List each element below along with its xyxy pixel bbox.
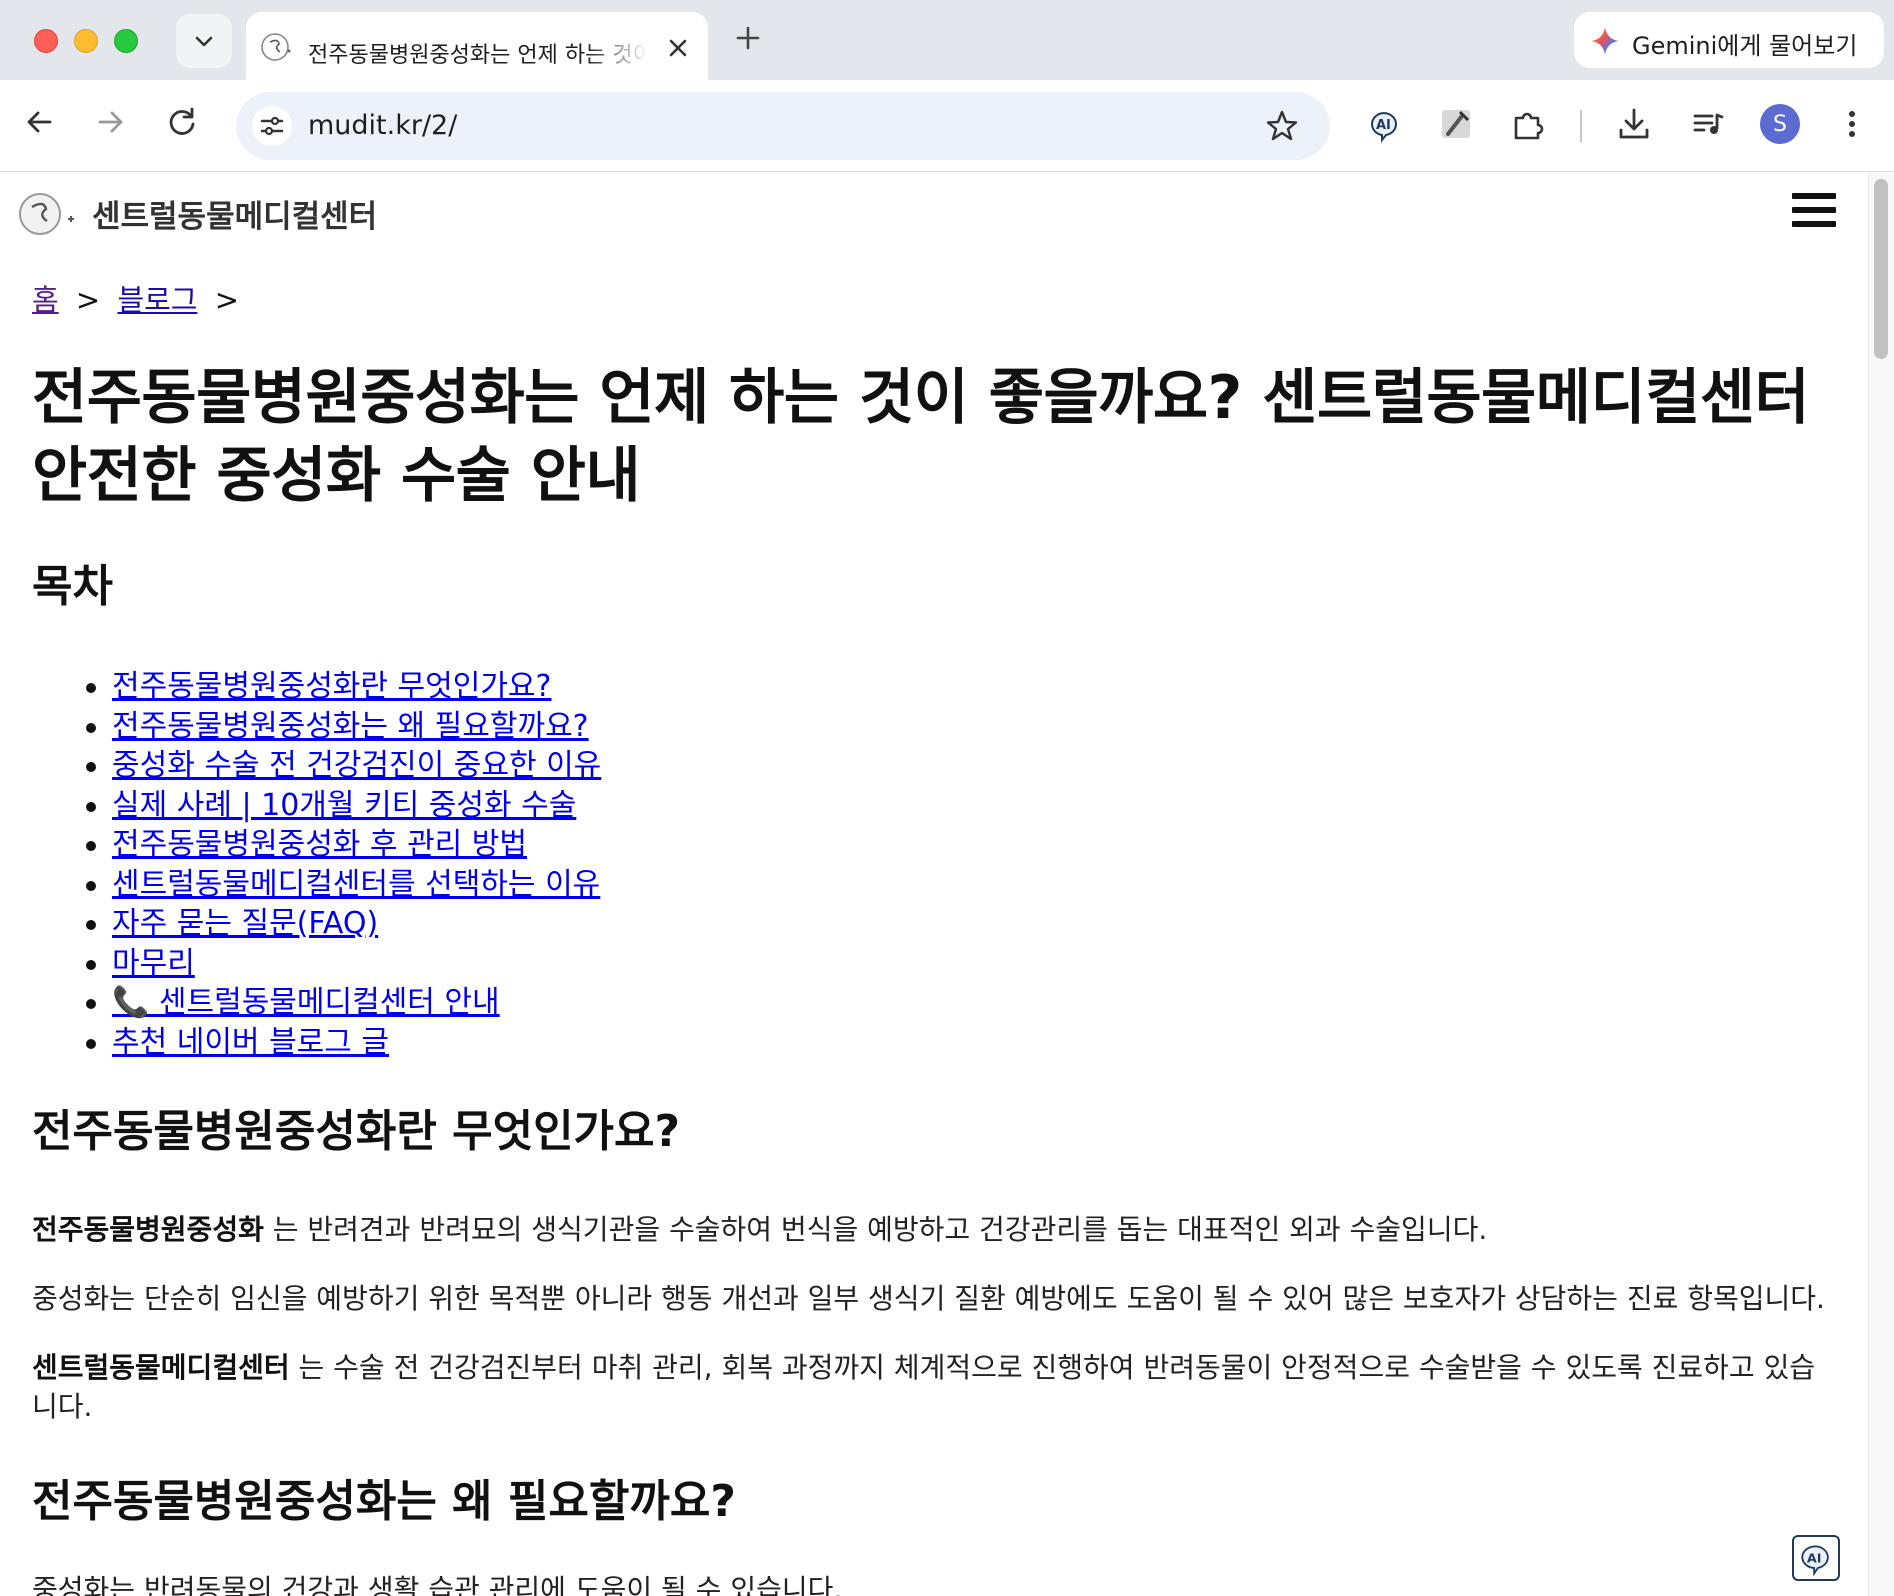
toc-link[interactable]: 센트럴동물메디컬센터를 선택하는 이유	[112, 867, 600, 902]
star-icon[interactable]	[1264, 108, 1300, 144]
address-bar[interactable]: mudit.kr/2/	[236, 92, 1330, 160]
toc-link[interactable]: 전주동물병원중성화란 무엇인가요?	[112, 669, 551, 704]
toc-link[interactable]: 추천 네이버 블로그 글	[112, 1025, 389, 1060]
toc-heading: 목차	[32, 561, 113, 612]
bold-keyword: 전주동물병원중성화	[32, 1213, 264, 1246]
gemini-button[interactable]: Gemini에게 물어보기	[1574, 12, 1884, 68]
scrollbar-thumb[interactable]	[1874, 179, 1888, 359]
tab-strip: 전주동물병원중성화는 언제 하는 것이 좋을까요? 센트럴동물메디컬센터 안전한…	[0, 0, 1894, 80]
article: 홈 > 블로그 > 전주동물병원중성화는 언제 하는 것이 좋을까요? 센트럴동…	[32, 277, 1832, 1596]
section-heading: 전주동물병원중성화는 왜 필요할까요?	[32, 1476, 736, 1527]
bold-keyword: 센트럴동물메디컬센터	[32, 1351, 290, 1384]
puzzle-icon[interactable]	[1508, 104, 1548, 144]
active-tab[interactable]: 전주동물병원중성화는 언제 하는 것이 좋을까요? 센트럴동물메디컬센터 안전한…	[246, 12, 708, 80]
gemini-label: Gemini에게 물어보기	[1632, 32, 1858, 60]
media-queue-icon[interactable]	[1688, 104, 1728, 144]
toc-item: 센트럴동물메디컬센터를 선택하는 이유	[86, 865, 1832, 905]
site-info-button[interactable]	[252, 106, 292, 146]
toc-link[interactable]: 📞 센트럴동물메디컬센터 안내	[112, 985, 500, 1020]
breadcrumb-separator: >	[214, 283, 240, 317]
ai-extension-icon[interactable]: AI	[1792, 1535, 1840, 1581]
toc-item: 실제 사례 | 10개월 키티 중성화 수술	[86, 786, 1832, 826]
ai-extension-icon[interactable]: AI	[1364, 104, 1404, 144]
forward-arrow-icon[interactable]	[92, 104, 128, 140]
kebab-menu-icon[interactable]	[1832, 104, 1872, 144]
toc-link[interactable]: 중성화 수술 전 건강검진이 중요한 이유	[112, 748, 601, 783]
gemini-sparkle-icon	[1591, 27, 1619, 55]
toc-link[interactable]: 자주 묻는 질문(FAQ)	[112, 906, 378, 941]
window-minimize-button[interactable]	[74, 29, 98, 53]
download-icon[interactable]	[1614, 104, 1654, 144]
toc-item: 마무리	[86, 944, 1832, 984]
paragraph: 전주동물병원중성화 는 반려견과 반려묘의 생식기관을 수술하여 번식을 예방하…	[32, 1210, 1832, 1249]
breadcrumb: 홈 > 블로그 >	[32, 277, 1832, 325]
breadcrumb-blog-link[interactable]: 블로그	[117, 283, 197, 317]
tab-title-fade	[586, 26, 648, 66]
dropper-icon[interactable]	[1436, 104, 1476, 144]
toc-link[interactable]: 마무리	[112, 946, 195, 981]
svg-text:AI: AI	[1376, 118, 1391, 133]
breadcrumb-separator: >	[75, 283, 101, 317]
page-viewport: 센트럴동물메디컬센터 홈 > 블로그 > 전주동물병원중성화는 언제 하는 것이…	[0, 173, 1894, 1596]
url-text: mudit.kr/2/	[308, 110, 458, 141]
svg-text:AI: AI	[1807, 1552, 1822, 1567]
back-arrow-icon[interactable]	[22, 104, 58, 140]
browser-toolbar: mudit.kr/2/ AI S	[0, 80, 1894, 172]
toc-item: 전주동물병원중성화는 왜 필요할까요?	[86, 707, 1832, 747]
site-logo-icon[interactable]	[10, 187, 76, 239]
hamburger-menu-icon[interactable]	[1792, 193, 1836, 233]
paragraph-text: 는 반려견과 반려묘의 생식기관을 수술하여 번식을 예방하고 건강관리를 돕는…	[263, 1213, 1488, 1246]
profile-avatar[interactable]: S	[1760, 104, 1800, 144]
reload-icon[interactable]	[164, 104, 200, 140]
toc-link[interactable]: 실제 사례 | 10개월 키티 중성화 수술	[112, 788, 576, 823]
toc-item: 📞 센트럴동물메디컬센터 안내	[86, 983, 1832, 1023]
tune-icon	[260, 116, 284, 136]
paragraph-text: 는 수술 전 건강검진부터 마취 관리, 회복 과정까지 체계적으로 진행하여 …	[32, 1351, 1816, 1423]
toc-item: 자주 묻는 질문(FAQ)	[86, 904, 1832, 944]
paragraph: 센트럴동물메디컬센터 는 수술 전 건강검진부터 마취 관리, 회복 과정까지 …	[32, 1348, 1832, 1426]
tab-search-button[interactable]	[176, 14, 232, 68]
toc-link[interactable]: 전주동물병원중성화는 왜 필요할까요?	[112, 709, 589, 744]
toc-link[interactable]: 전주동물병원중성화 후 관리 방법	[112, 827, 527, 862]
toc-item: 전주동물병원중성화란 무엇인가요?	[86, 667, 1832, 707]
table-of-contents: 전주동물병원중성화란 무엇인가요? 전주동물병원중성화는 왜 필요할까요? 중성…	[32, 667, 1832, 1062]
paragraph: 중성화는 반려동물의 건강과 생활 습관 관리에 도움이 될 수 있습니다.	[32, 1573, 843, 1596]
plus-icon[interactable]	[734, 24, 762, 52]
window-zoom-button[interactable]	[114, 29, 138, 53]
chevron-down-icon	[195, 36, 213, 47]
toc-item: 전주동물병원중성화 후 관리 방법	[86, 825, 1832, 865]
section-heading: 전주동물병원중성화란 무엇인가요?	[32, 1106, 681, 1157]
toc-item: 중성화 수술 전 건강검진이 중요한 이유	[86, 746, 1832, 786]
toc-item: 추천 네이버 블로그 글	[86, 1023, 1832, 1063]
paragraph: 중성화는 단순히 임신을 예방하기 위한 목적뿐 아니라 행동 개선과 일부 생…	[32, 1282, 1825, 1315]
window-close-button[interactable]	[34, 29, 58, 53]
close-icon[interactable]	[664, 34, 692, 62]
site-name[interactable]: 센트럴동물메디컬센터	[92, 191, 377, 236]
breadcrumb-home-link[interactable]: 홈	[32, 283, 59, 317]
page-title: 전주동물병원중성화는 언제 하는 것이 좋을까요? 센트럴동물메디컬센터 안전한…	[32, 363, 1810, 511]
paw-logo-icon	[261, 33, 291, 61]
site-header: 센트럴동물메디컬센터	[0, 173, 1866, 247]
page-scrollbar[interactable]	[1868, 173, 1894, 1596]
toolbar-separator	[1580, 110, 1582, 142]
